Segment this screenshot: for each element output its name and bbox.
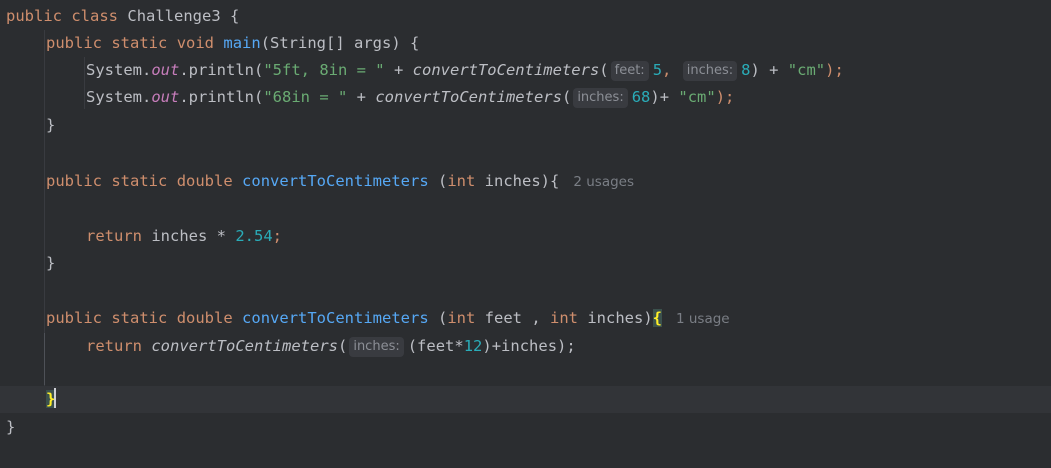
- text-caret: [54, 388, 57, 408]
- parameter-hint: inches:: [682, 61, 738, 81]
- method-name: convertToCentimeters: [242, 309, 429, 327]
- method-name: convertToCentimeters: [242, 172, 429, 190]
- code-editor[interactable]: public class Challenge3 { public static …: [0, 0, 1051, 468]
- code-line-12: public static double convertToCentimeter…: [46, 309, 730, 327]
- code-line-7: public static double convertToCentimeter…: [46, 172, 634, 190]
- method-name: main: [223, 34, 261, 52]
- code-line-10: }: [46, 254, 56, 272]
- usages-hint[interactable]: 1 usage: [676, 311, 730, 327]
- parameter-hint: inches:: [349, 337, 404, 357]
- usages-hint[interactable]: 2 usages: [573, 174, 634, 190]
- matched-brace: {: [652, 309, 662, 327]
- code-line-5: }: [46, 116, 56, 134]
- code-line-9: return inches * 2.54;: [86, 227, 282, 245]
- code-line-4: System.out.println("68in = " + convertTo…: [86, 88, 735, 108]
- code-line-1: public class Challenge3 {: [6, 7, 240, 25]
- code-line-13: return convertToCentimeters(inches: (feet…: [86, 337, 576, 357]
- parameter-hint: feet:: [610, 61, 649, 81]
- class-name: Challenge3: [127, 7, 221, 25]
- code-line-15-current: }: [0, 386, 1051, 413]
- parameter-hint: inches:: [573, 88, 628, 108]
- code-line-3: System.out.println("5ft, 8in = " + conve…: [86, 61, 844, 81]
- code-line-2: public static void main(String[] args) {: [46, 34, 420, 52]
- code-line-16: }: [6, 418, 16, 436]
